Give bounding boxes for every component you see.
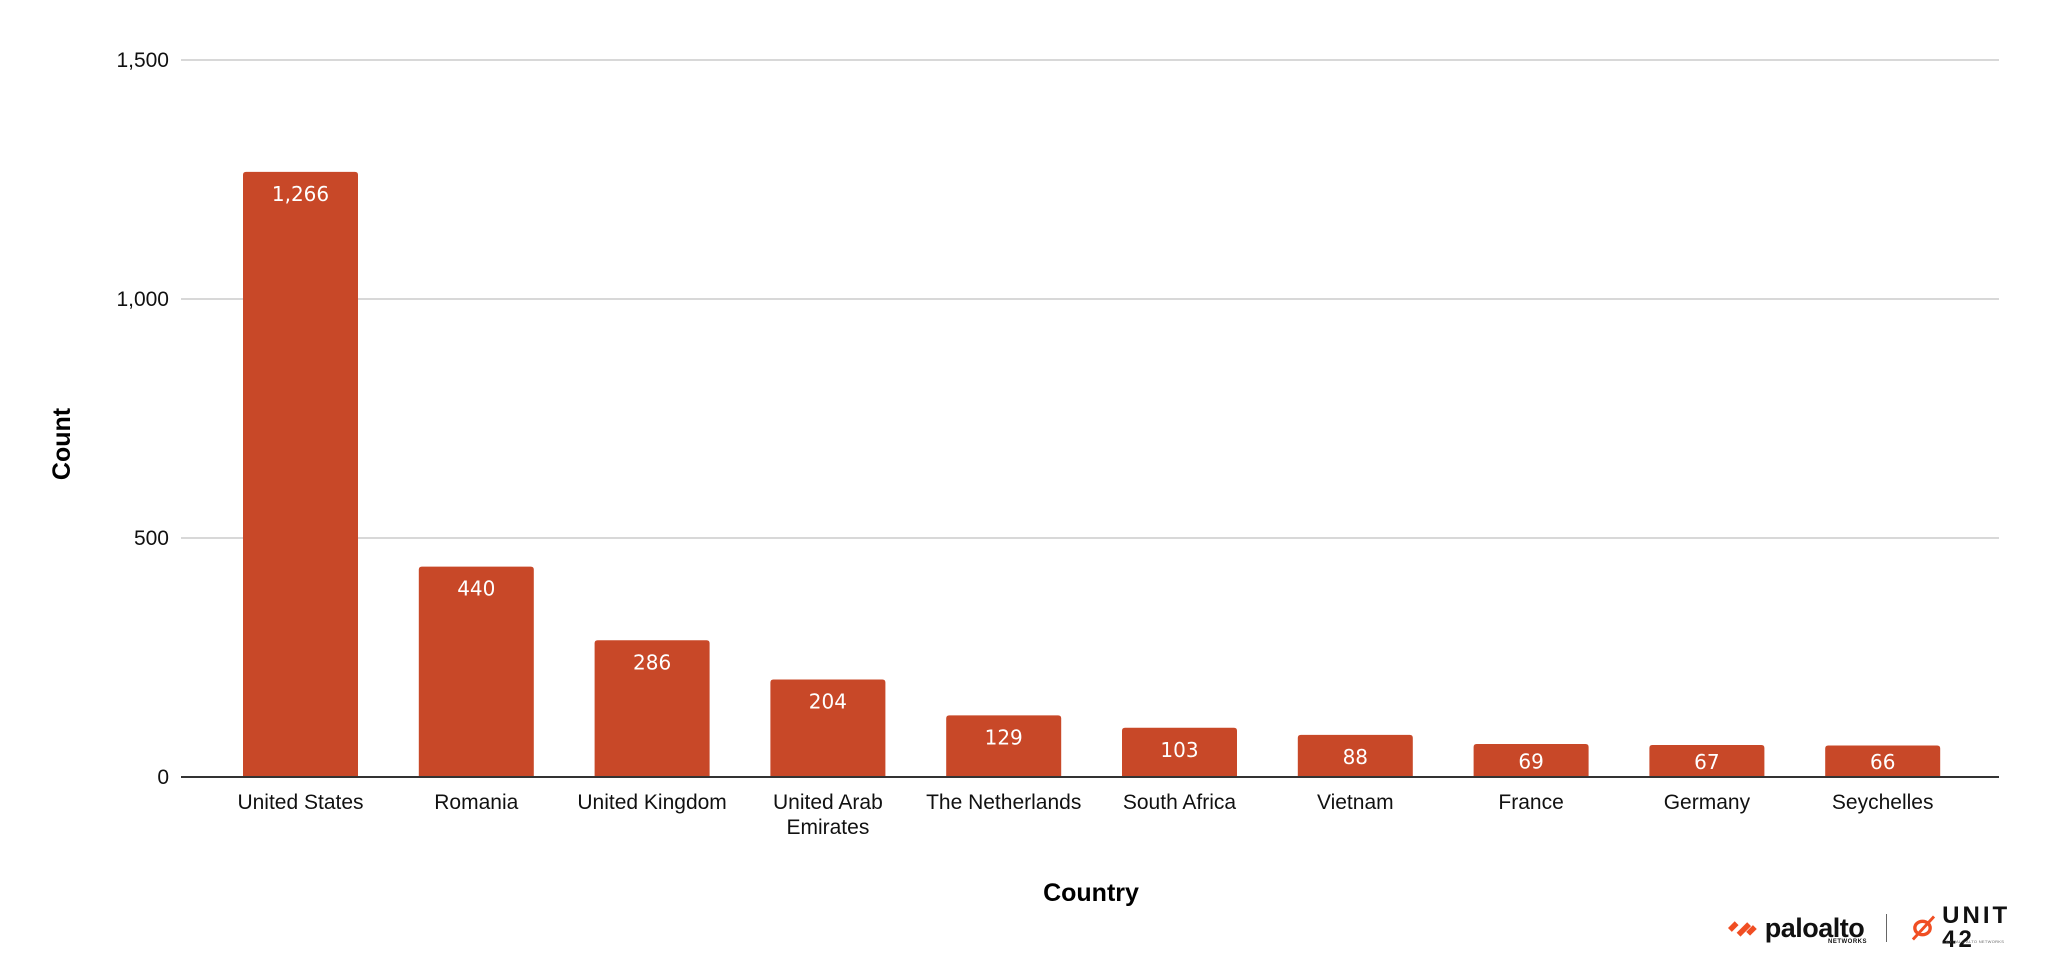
bar-value-label: 1,266 bbox=[272, 182, 329, 206]
branding-logos: paloalto NETWORKS UNIT 42 BY PALO ALTO N… bbox=[1728, 904, 2048, 952]
x-tick-label: United Kingdom bbox=[577, 791, 726, 814]
y-tick-label: 1,500 bbox=[116, 49, 169, 72]
y-tick-label: 0 bbox=[157, 766, 169, 789]
x-tick-label: South Africa bbox=[1123, 791, 1237, 814]
bar-value-label: 67 bbox=[1694, 750, 1719, 774]
x-tick-label: United Arab Emirates bbox=[773, 791, 883, 839]
y-tick-label: 1,000 bbox=[116, 288, 169, 311]
y-tick-labels: 0 500 1,000 1,500 bbox=[116, 49, 169, 789]
x-tick-label: The Netherlands bbox=[926, 791, 1081, 814]
logo-divider bbox=[1886, 914, 1888, 942]
bar bbox=[243, 171, 358, 778]
bar-value-label: 88 bbox=[1343, 745, 1368, 769]
bar-value-label: 66 bbox=[1870, 750, 1895, 774]
x-tick-label: Germany bbox=[1664, 791, 1751, 814]
x-tick-label: Vietnam bbox=[1317, 791, 1394, 814]
x-tick-labels: United States Romania United Kingdom United… bbox=[237, 791, 1933, 839]
unit42-logo-icon bbox=[1912, 915, 1936, 941]
bar-value-label: 440 bbox=[457, 577, 495, 601]
bar-value-label: 286 bbox=[633, 650, 671, 674]
x-tick-label: United States bbox=[237, 791, 363, 814]
gridlines bbox=[181, 59, 1999, 539]
y-tick-label: 500 bbox=[134, 527, 169, 550]
bar-chart: 1,266 440 286 204 129 103 88 69 67 66 0 500 1,000 1,… bbox=[48, 49, 1999, 907]
bar-value-label: 103 bbox=[1160, 738, 1198, 762]
paloalto-logo-icon bbox=[1728, 921, 1757, 937]
bar-value-label: 204 bbox=[809, 689, 847, 713]
unit42-subtitle: BY PALO ALTO NETWORKS bbox=[1946, 939, 2005, 944]
paloalto-networks-subtitle: NETWORKS bbox=[1828, 939, 1867, 945]
bars: 1,266 440 286 204 129 103 88 69 67 66 bbox=[243, 171, 1941, 778]
bar-value-label: 129 bbox=[985, 725, 1023, 749]
x-tick-label: Romania bbox=[434, 791, 518, 814]
bar-value-label: 69 bbox=[1518, 750, 1543, 774]
y-axis-title: Count bbox=[48, 407, 76, 480]
unit42-wordmark: UNIT 42 bbox=[1942, 902, 2011, 953]
x-axis-title: Country bbox=[1043, 879, 1139, 907]
x-tick-label: France bbox=[1498, 791, 1563, 814]
x-tick-label: Seychelles bbox=[1832, 791, 1934, 814]
paloalto-wordmark: paloalto bbox=[1764, 912, 1865, 943]
